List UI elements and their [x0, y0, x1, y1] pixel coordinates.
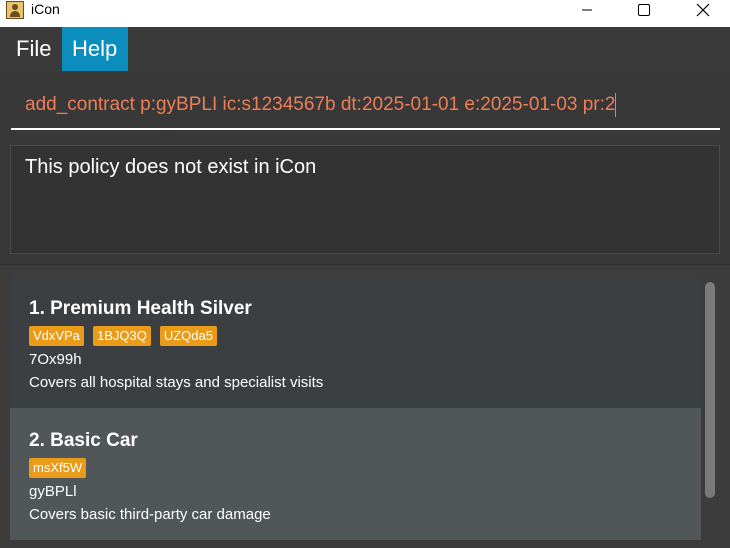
app-logo-icon	[6, 1, 24, 19]
maximize-icon	[638, 4, 650, 16]
menu-bar: File Help	[0, 27, 730, 73]
policy-tag: msXf5W	[29, 458, 87, 478]
policy-id: gyBPLl	[29, 483, 77, 500]
close-icon	[696, 3, 710, 17]
close-button[interactable]	[680, 0, 726, 20]
policy-id: 7Ox99h	[29, 351, 82, 368]
policy-tag: VdxVPa	[29, 326, 84, 346]
command-box: add_contract p:gyBPLI ic:s1234567b dt:20…	[0, 72, 730, 138]
policy-tag: 1BJQ3Q	[92, 326, 151, 346]
command-text: add_contract p:gyBPLI ic:s1234567b dt:20…	[25, 94, 616, 115]
list-scrollbar[interactable]	[703, 276, 717, 540]
policy-description: Covers all hospital stays and specialist…	[29, 374, 324, 391]
command-input[interactable]: add_contract p:gyBPLI ic:s1234567b dt:20…	[11, 80, 720, 130]
minimize-button[interactable]	[564, 0, 610, 20]
policy-tags: msXf5W	[29, 458, 682, 480]
window-title: iCon	[31, 1, 60, 17]
policy-tag: UZQda5	[159, 326, 217, 346]
minimize-icon	[582, 9, 592, 11]
text-caret	[615, 92, 617, 117]
menu-help[interactable]: Help	[62, 27, 128, 71]
scrollbar-thumb[interactable]	[705, 282, 715, 498]
title-bar: iCon	[0, 0, 730, 27]
result-message: This policy does not exist in iCon	[25, 156, 317, 178]
policy-title: 2. Basic Car	[29, 430, 138, 451]
policy-description: Covers basic third-party car damage	[29, 506, 271, 523]
policy-card[interactable]: 2. Basic Car msXf5W gyBPLl Covers basic …	[10, 408, 701, 540]
maximize-button[interactable]	[621, 0, 667, 20]
policy-tags: VdxVPa 1BJQ3Q UZQda5	[29, 326, 682, 348]
policy-card[interactable]: 1. Premium Health Silver VdxVPa 1BJQ3Q U…	[10, 275, 701, 408]
policy-list: 1. Premium Health Silver VdxVPa 1BJQ3Q U…	[0, 265, 730, 548]
result-display[interactable]: This policy does not exist in iCon	[10, 145, 720, 254]
menu-file[interactable]: File	[6, 27, 61, 71]
policy-title: 1. Premium Health Silver	[29, 298, 252, 319]
